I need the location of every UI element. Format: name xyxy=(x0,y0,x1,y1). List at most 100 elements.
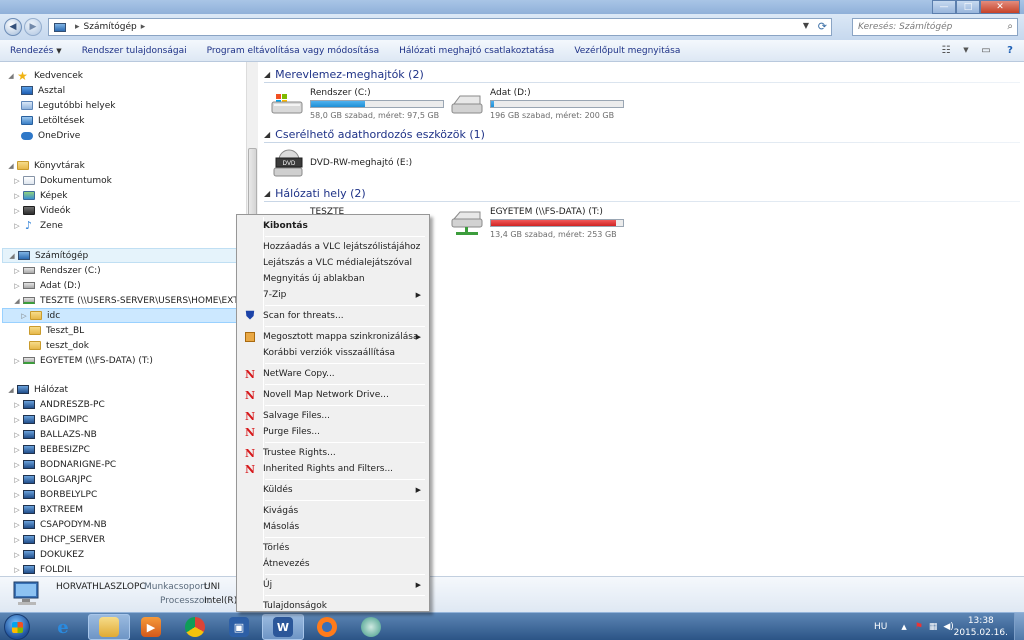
context-menu-item[interactable]: N Trustee Rights... xyxy=(239,445,427,461)
expand-arrow-icon[interactable]: ▷ xyxy=(12,267,22,275)
expand-arrow-icon[interactable]: ▷ xyxy=(12,177,22,185)
nav-item-teszt-dok[interactable]: teszt_dok xyxy=(28,338,89,353)
taskbar-firefox[interactable] xyxy=(306,614,348,640)
expand-arrow-icon[interactable]: ▷ xyxy=(12,446,22,454)
group-header-network-location[interactable]: ◢ Hálózati hely (2) xyxy=(264,187,1020,202)
nav-item-network-computer[interactable]: ▷ BAGDIMPC xyxy=(12,412,88,427)
search-input[interactable]: Keresés: Számítógép ⌕ xyxy=(852,18,1018,36)
context-menu-item[interactable]: N Inherited Rights and Filters... xyxy=(239,461,427,477)
nav-item-network-computer[interactable]: ▷ ANDRESZB-PC xyxy=(12,397,104,412)
collapse-arrow-icon[interactable]: ◢ xyxy=(264,70,270,79)
drive-item-dvd[interactable]: DVD DVD-RW-meghajtó (E:) xyxy=(270,148,450,184)
system-properties-button[interactable]: Rendszer tulajdonságai xyxy=(72,46,197,56)
expand-arrow-icon[interactable]: ▷ xyxy=(12,461,22,469)
map-network-drive-button[interactable]: Hálózati meghajtó csatlakoztatása xyxy=(389,46,564,56)
context-menu-item[interactable]: Tulajdonságok xyxy=(239,598,427,614)
nav-item-drive-d[interactable]: ▷ Adat (D:) xyxy=(12,278,80,293)
nav-item-network-computer[interactable]: ▷ DOKUKEZ xyxy=(12,547,84,562)
nav-favorites[interactable]: ◢ ★ Kedvencek xyxy=(6,68,83,83)
expand-arrow-icon[interactable]: ▷ xyxy=(12,416,22,424)
organize-button[interactable]: Rendezés ▼ xyxy=(0,46,72,56)
nav-item-network-computer[interactable]: ▷ BOLGARJPC xyxy=(12,472,92,487)
context-menu-item[interactable]: Törlés xyxy=(239,540,427,556)
uninstall-program-button[interactable]: Program eltávolítása vagy módosítása xyxy=(197,46,390,56)
expand-arrow-icon[interactable]: ▷ xyxy=(12,521,22,529)
back-button[interactable]: ◀ xyxy=(4,18,22,36)
context-menu-item[interactable]: Hozzáadás a VLC lejátszólistájához xyxy=(239,239,427,255)
taskbar-save-app[interactable]: ▣ xyxy=(218,614,260,640)
maximize-button[interactable]: □ xyxy=(956,0,980,14)
show-desktop-button[interactable] xyxy=(1014,613,1024,640)
context-menu-item[interactable]: Lejátszás a VLC médialejátszóval xyxy=(239,255,427,271)
nav-item-teszt-bl[interactable]: Teszt_BL xyxy=(28,323,84,338)
expand-arrow-icon[interactable]: ▷ xyxy=(12,207,22,215)
nav-item-desktop[interactable]: Asztal xyxy=(20,83,65,98)
nav-item-videos[interactable]: ▷ Videók xyxy=(12,203,70,218)
language-indicator[interactable]: HU xyxy=(874,622,887,632)
nav-item-drive-t[interactable]: ▷ EGYETEM (\\FS-DATA) (T:) xyxy=(12,353,153,368)
nav-item-network-computer[interactable]: ▷ FOLDIL xyxy=(12,562,72,576)
taskbar-internet-explorer[interactable]: e xyxy=(42,614,84,640)
address-history-dropdown-icon[interactable]: ▼ xyxy=(803,21,809,30)
context-menu-item[interactable]: N Novell Map Network Drive... xyxy=(239,387,427,403)
expand-arrow-icon[interactable]: ▷ xyxy=(12,566,22,574)
expand-arrow-icon[interactable]: ▷ xyxy=(12,282,22,290)
context-menu-item[interactable]: Korábbi verziók visszaállítása xyxy=(239,345,427,361)
nav-item-network-computer[interactable]: ▷ BORBELYLPC xyxy=(12,487,97,502)
taskbar-app[interactable] xyxy=(350,614,392,640)
taskbar-media-player[interactable]: ▶ xyxy=(130,614,172,640)
nav-item-network-computer[interactable]: ▷ CSAPODYM-NB xyxy=(12,517,106,532)
context-menu-item[interactable]: Küldés ▶ xyxy=(239,482,427,498)
expand-arrow-icon[interactable]: ▷ xyxy=(12,551,22,559)
nav-item-music[interactable]: ▷ ♪ Zene xyxy=(12,218,63,233)
drive-item-c[interactable]: Rendszer (C:) 58,0 GB szabad, méret: 97,… xyxy=(270,88,450,124)
preview-pane-icon[interactable]: ▭ xyxy=(978,43,994,57)
open-control-panel-button[interactable]: Vezérlőpult megnyitása xyxy=(564,46,690,56)
context-menu-item[interactable]: Kivágás xyxy=(239,503,427,519)
breadcrumb-separator-icon[interactable]: ▸ xyxy=(141,22,146,32)
nav-item-recent-places[interactable]: Legutóbbi helyek xyxy=(20,98,115,113)
nav-item-documents[interactable]: ▷ Dokumentumok xyxy=(12,173,112,188)
start-button[interactable] xyxy=(4,614,30,640)
expand-arrow-icon[interactable]: ▷ xyxy=(12,476,22,484)
nav-item-network-computer[interactable]: ▷ BEBESIZPC xyxy=(12,442,90,457)
view-options-chevron-icon[interactable]: ▼ xyxy=(962,43,970,57)
context-menu-item[interactable]: Megosztott mappa szinkronizálása ▶ xyxy=(239,329,427,345)
action-center-flag-icon[interactable]: ⚑ xyxy=(915,622,923,632)
collapse-arrow-icon[interactable]: ◢ xyxy=(12,297,22,305)
taskbar-chrome[interactable] xyxy=(174,614,216,640)
forward-button[interactable]: ▶ xyxy=(24,18,42,36)
address-bar[interactable]: ▸ Számítógép ▸ ▼ ⟳ xyxy=(48,18,832,36)
context-menu-item[interactable]: Új ▶ xyxy=(239,577,427,593)
breadcrumb-computer[interactable]: Számítógép xyxy=(84,22,137,32)
expand-arrow-icon[interactable]: ▷ xyxy=(12,357,22,365)
collapse-arrow-icon[interactable]: ◢ xyxy=(264,189,270,198)
expand-arrow-icon[interactable]: ▷ xyxy=(12,536,22,544)
nav-item-downloads[interactable]: Letöltések xyxy=(20,113,84,128)
nav-item-drive-c[interactable]: ▷ Rendszer (C:) xyxy=(12,263,100,278)
nav-item-network-computer[interactable]: ▷ BXTREEM xyxy=(12,502,83,517)
volume-icon[interactable]: ◀) xyxy=(943,622,953,632)
nav-item-idc[interactable]: ▷ idc xyxy=(2,308,242,323)
nav-item-network-computer[interactable]: ▷ BALLAZS-NB xyxy=(12,427,96,442)
change-view-icon[interactable]: ☷ xyxy=(938,43,954,57)
tray-expand-icon[interactable]: ▲ xyxy=(901,623,906,631)
expand-arrow-icon[interactable]: ▷ xyxy=(12,506,22,514)
context-menu-item[interactable]: N NetWare Copy... xyxy=(239,366,427,382)
nav-item-network-computer[interactable]: ▷ BODNARIGNE-PC xyxy=(12,457,116,472)
nav-computer[interactable]: ◢ Számítógép xyxy=(2,248,242,263)
group-header-removable[interactable]: ◢ Cserélhető adathordozós eszközök (1) xyxy=(264,128,1020,143)
collapse-arrow-icon[interactable]: ◢ xyxy=(6,72,16,80)
context-menu-item[interactable]: Másolás xyxy=(239,519,427,535)
close-button[interactable]: ✕ xyxy=(980,0,1020,14)
minimize-button[interactable]: — xyxy=(932,0,956,14)
network-status-icon[interactable]: ▦ xyxy=(929,622,938,632)
help-icon[interactable]: ? xyxy=(1002,43,1018,57)
nav-item-onedrive[interactable]: OneDrive xyxy=(20,128,80,143)
expand-arrow-icon[interactable]: ▷ xyxy=(19,312,29,320)
collapse-arrow-icon[interactable]: ◢ xyxy=(7,252,17,260)
breadcrumb-separator-icon[interactable]: ▸ xyxy=(75,22,80,32)
expand-arrow-icon[interactable]: ▷ xyxy=(12,222,22,230)
context-menu-item[interactable]: Kibontás xyxy=(239,218,427,234)
context-menu-item[interactable]: N Salvage Files... xyxy=(239,408,427,424)
